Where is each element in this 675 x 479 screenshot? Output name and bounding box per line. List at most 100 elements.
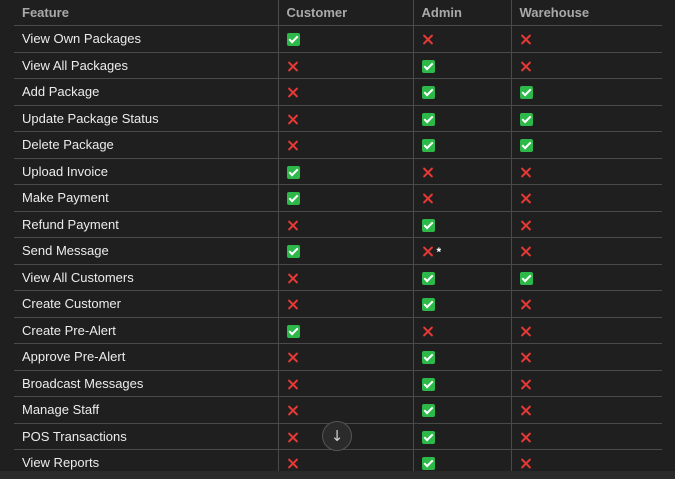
permission-cell: [510, 25, 662, 53]
table-row: Upload Invoice: [14, 157, 662, 185]
arrow-down-icon: ↓: [330, 427, 344, 445]
permission-cell: [510, 51, 662, 79]
permission-cell: [412, 343, 512, 371]
permissions-view: Feature Customer Admin Warehouse View Ow…: [0, 0, 675, 479]
table-row: Delete Package: [14, 131, 662, 159]
permission-cell: [277, 369, 414, 397]
feature-cell: Add Package: [14, 78, 279, 106]
green-check-icon: [519, 112, 533, 126]
permission-cell: [277, 104, 414, 132]
permission-cell: [510, 131, 662, 159]
permission-cell: [510, 184, 662, 212]
feature-cell: Update Package Status: [14, 104, 279, 132]
permissions-table: Feature Customer Admin Warehouse View Ow…: [14, 0, 662, 477]
permission-cell: [510, 263, 662, 291]
red-cross-icon: [422, 166, 435, 179]
red-cross-icon: [287, 431, 300, 444]
permission-cell: [412, 157, 512, 185]
red-cross-icon: [520, 325, 533, 338]
red-cross-icon: [520, 404, 533, 417]
red-cross-icon: [520, 351, 533, 364]
red-cross-icon: [287, 219, 300, 232]
red-cross-icon: [287, 272, 300, 285]
red-cross-icon: [287, 298, 300, 311]
green-check-icon: [421, 298, 435, 312]
table-body: View Own Packages View All Packages Add Pa…: [14, 25, 662, 477]
feature-cell: Broadcast Messages: [14, 369, 279, 397]
red-cross-icon: [287, 139, 300, 152]
permission-cell: [277, 210, 414, 238]
table-row: Send Message *: [14, 237, 662, 265]
red-cross-icon: [520, 245, 533, 258]
table-row: Approve Pre-Alert: [14, 343, 662, 371]
red-cross-icon: [287, 60, 300, 73]
permission-cell: [412, 51, 512, 79]
permission-cell: [510, 104, 662, 132]
green-check-icon: [286, 33, 300, 47]
table-row: Make Payment: [14, 184, 662, 212]
green-check-icon: [421, 430, 435, 444]
permission-cell: [412, 25, 512, 53]
green-check-icon: [286, 324, 300, 338]
table-row: Manage Staff: [14, 396, 662, 424]
red-cross-icon: [287, 86, 300, 99]
permission-cell: [277, 25, 414, 53]
green-check-icon: [286, 192, 300, 206]
green-check-icon: [421, 404, 435, 418]
permission-cell: [510, 343, 662, 371]
red-cross-icon: [520, 192, 533, 205]
green-check-icon: [421, 139, 435, 153]
permission-cell: [277, 263, 414, 291]
permission-cell: [412, 316, 512, 344]
green-check-icon: [286, 165, 300, 179]
header-warehouse: Warehouse: [510, 0, 662, 26]
feature-cell: Upload Invoice: [14, 157, 279, 185]
table-row: Add Package: [14, 78, 662, 106]
permission-cell: [510, 290, 662, 318]
feature-cell: Manage Staff: [14, 396, 279, 424]
table-row: View All Customers: [14, 263, 662, 291]
red-cross-icon: [520, 60, 533, 73]
red-cross-icon: [422, 325, 435, 338]
permission-cell: [412, 290, 512, 318]
table-row: Create Pre-Alert: [14, 316, 662, 344]
red-cross-icon: [520, 431, 533, 444]
permission-cell: [412, 263, 512, 291]
red-cross-icon: [422, 33, 435, 46]
permission-cell: [277, 343, 414, 371]
footnote-marker: *: [436, 244, 442, 259]
scroll-down-button[interactable]: ↓: [322, 421, 352, 451]
red-cross-icon: [520, 298, 533, 311]
permission-cell: [510, 369, 662, 397]
red-cross-icon: [520, 33, 533, 46]
table-row: View All Packages: [14, 51, 662, 79]
feature-cell: Create Pre-Alert: [14, 316, 279, 344]
permission-cell: [277, 184, 414, 212]
header-customer: Customer: [277, 0, 414, 26]
permission-cell: *: [412, 237, 512, 265]
permission-cell: [277, 396, 414, 424]
permission-cell: [277, 237, 414, 265]
red-cross-icon: [520, 457, 533, 470]
red-cross-icon: [287, 457, 300, 470]
table-header-row: Feature Customer Admin Warehouse: [14, 0, 662, 26]
horizontal-scrollbar[interactable]: [0, 471, 675, 479]
feature-cell: Delete Package: [14, 131, 279, 159]
green-check-icon: [421, 351, 435, 365]
green-check-icon: [519, 139, 533, 153]
permission-cell: [412, 422, 512, 450]
permission-cell: [510, 157, 662, 185]
permission-cell: [510, 316, 662, 344]
green-check-icon: [421, 218, 435, 232]
feature-cell: View All Packages: [14, 51, 279, 79]
permission-cell: [412, 184, 512, 212]
green-check-icon: [421, 86, 435, 100]
red-cross-icon: [520, 219, 533, 232]
permission-cell: [412, 78, 512, 106]
feature-cell: POS Transactions: [14, 422, 279, 450]
permission-cell: [510, 210, 662, 238]
permission-cell: [277, 78, 414, 106]
feature-cell: View Own Packages: [14, 25, 279, 53]
feature-cell: View All Customers: [14, 263, 279, 291]
feature-cell: Approve Pre-Alert: [14, 343, 279, 371]
